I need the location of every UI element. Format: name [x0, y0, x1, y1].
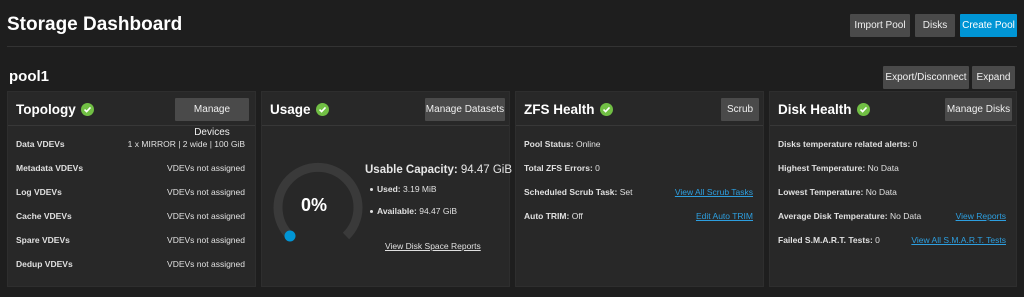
row-value: 0: [595, 163, 600, 173]
auto-trim-row: Auto TRIM: Off Edit Auto TRIM: [524, 209, 753, 223]
row-value: VDEVs not assigned: [167, 259, 245, 269]
view-smart-tests-link[interactable]: View All S.M.A.R.T. Tests: [911, 235, 1006, 245]
row-label: Data VDEVs: [16, 139, 65, 149]
row-label: Cache VDEVs: [16, 211, 72, 221]
row-value: Online: [575, 139, 601, 149]
check-icon: [80, 103, 94, 116]
topology-card: Topology Manage Devices Data VDEVs 1 x MI…: [7, 91, 256, 287]
pool-status-row: Pool Status: Online: [524, 137, 753, 151]
row-label: Scheduled Scrub Task:: [524, 187, 618, 197]
row-label: Log VDEVs: [16, 187, 62, 197]
row-label: Disks temperature related alerts:: [778, 139, 911, 149]
view-reports-link[interactable]: View Reports: [956, 211, 1006, 221]
page-header: Storage Dashboard Import Pool Disks Crea…: [0, 0, 1024, 48]
usage-title-text: Usage: [270, 102, 311, 117]
row-value: VDEVs not assigned: [167, 163, 245, 173]
view-scrub-tasks-link[interactable]: View All Scrub Tasks: [675, 187, 753, 197]
available-value: 94.47 GiB: [419, 206, 458, 216]
row-label: Lowest Temperature:: [778, 187, 864, 197]
zfs-title-text: ZFS Health: [524, 102, 595, 117]
topology-row: Dedup VDEVs VDEVs not assigned: [16, 257, 245, 271]
disks-button[interactable]: Disks: [915, 14, 955, 37]
lowest-temp-row: Lowest Temperature: No Data: [778, 185, 1006, 199]
manage-devices-button[interactable]: Manage Devices: [175, 98, 249, 138]
capacity-value: 94.47 GiB: [460, 164, 513, 176]
used-item: Used: 3.19 MiB: [370, 184, 437, 194]
topology-row: Metadata VDEVs VDEVs not assigned: [16, 161, 245, 175]
topology-row: Cache VDEVs VDEVs not assigned: [16, 209, 245, 223]
row-label: Total ZFS Errors:: [524, 163, 593, 173]
check-icon: [856, 103, 870, 116]
capacity-label: Usable Capacity:: [365, 164, 458, 176]
pool-name: pool1: [9, 68, 49, 85]
row-label: Metadata VDEVs: [16, 163, 84, 173]
manage-disks-button[interactable]: Manage Disks: [945, 98, 1012, 121]
row-value: VDEVs not assigned: [167, 211, 245, 221]
check-icon: [315, 103, 329, 116]
disk-health-card: Disk Health Manage Disks Disks temperatu…: [769, 91, 1017, 287]
disk-health-title: Disk Health: [778, 102, 870, 117]
row-value: No Data: [867, 163, 899, 173]
row-value: Off: [571, 211, 583, 221]
export-disconnect-button[interactable]: Export/Disconnect: [883, 66, 969, 89]
card-divider: [8, 125, 255, 126]
header-divider: [7, 46, 1017, 47]
row-value: VDEVs not assigned: [167, 187, 245, 197]
row-label: Auto TRIM:: [524, 211, 570, 221]
row-value: Set: [619, 187, 633, 197]
row-value: 0: [912, 139, 918, 149]
usage-percent: 0%: [301, 195, 328, 215]
manage-datasets-button[interactable]: Manage Datasets: [425, 98, 505, 121]
used-value: 3.19 MiB: [403, 184, 437, 194]
available-label: Available:: [377, 206, 417, 216]
row-label: Highest Temperature:: [778, 163, 866, 173]
avg-temp-row: Average Disk Temperature: No Data View Re…: [778, 209, 1006, 223]
disk-health-title-text: Disk Health: [778, 102, 852, 117]
usable-capacity: Usable Capacity: 94.47 GiB: [365, 164, 512, 176]
disk-space-reports-link[interactable]: View Disk Space Reports: [385, 241, 481, 251]
row-value: 1 x MIRROR | 2 wide | 100 GiB: [127, 139, 245, 149]
row-value: 0: [875, 235, 880, 245]
row-label: Average Disk Temperature:: [778, 211, 888, 221]
card-divider: [262, 125, 509, 126]
available-item: Available: 94.47 GiB: [370, 206, 457, 216]
card-divider: [516, 125, 763, 126]
temp-alerts-row: Disks temperature related alerts: 0: [778, 137, 1006, 151]
card-divider: [770, 125, 1016, 126]
page-title: Storage Dashboard: [7, 14, 183, 35]
topology-title: Topology: [16, 102, 94, 117]
usage-card: Usage Manage Datasets 0% Usable Capacity…: [261, 91, 512, 287]
topology-row: Data VDEVs 1 x MIRROR | 2 wide | 100 GiB: [16, 137, 245, 151]
used-label: Used:: [377, 184, 401, 194]
zfs-errors-row: Total ZFS Errors: 0: [524, 161, 753, 175]
smart-tests-row: Failed S.M.A.R.T. Tests: 0 View All S.M.A…: [778, 233, 1006, 247]
gauge-indicator: [284, 230, 296, 242]
create-pool-button[interactable]: Create Pool: [960, 14, 1017, 37]
topology-row: Spare VDEVs VDEVs not assigned: [16, 233, 245, 247]
check-icon: [599, 103, 613, 116]
usage-title: Usage: [270, 102, 329, 117]
row-label: Failed S.M.A.R.T. Tests:: [778, 235, 873, 245]
highest-temp-row: Highest Temperature: No Data: [778, 161, 1006, 175]
row-label: Pool Status:: [524, 139, 574, 149]
topology-row: Log VDEVs VDEVs not assigned: [16, 185, 245, 199]
row-label: Spare VDEVs: [16, 235, 70, 245]
row-value: No Data: [889, 211, 922, 221]
row-value: No Data: [865, 187, 897, 197]
scrub-button[interactable]: Scrub: [721, 98, 759, 121]
row-label: Dedup VDEVs: [16, 259, 73, 269]
zfs-health-card: ZFS Health Scrub Pool Status: Online Tot…: [515, 91, 764, 287]
scrub-task-row: Scheduled Scrub Task: Set View All Scrub …: [524, 185, 753, 199]
topology-title-text: Topology: [16, 102, 76, 117]
import-pool-button[interactable]: Import Pool: [850, 14, 910, 37]
zfs-title: ZFS Health: [524, 102, 613, 117]
edit-auto-trim-link[interactable]: Edit Auto TRIM: [696, 211, 753, 221]
row-value: VDEVs not assigned: [167, 235, 245, 245]
expand-button[interactable]: Expand: [972, 66, 1015, 89]
